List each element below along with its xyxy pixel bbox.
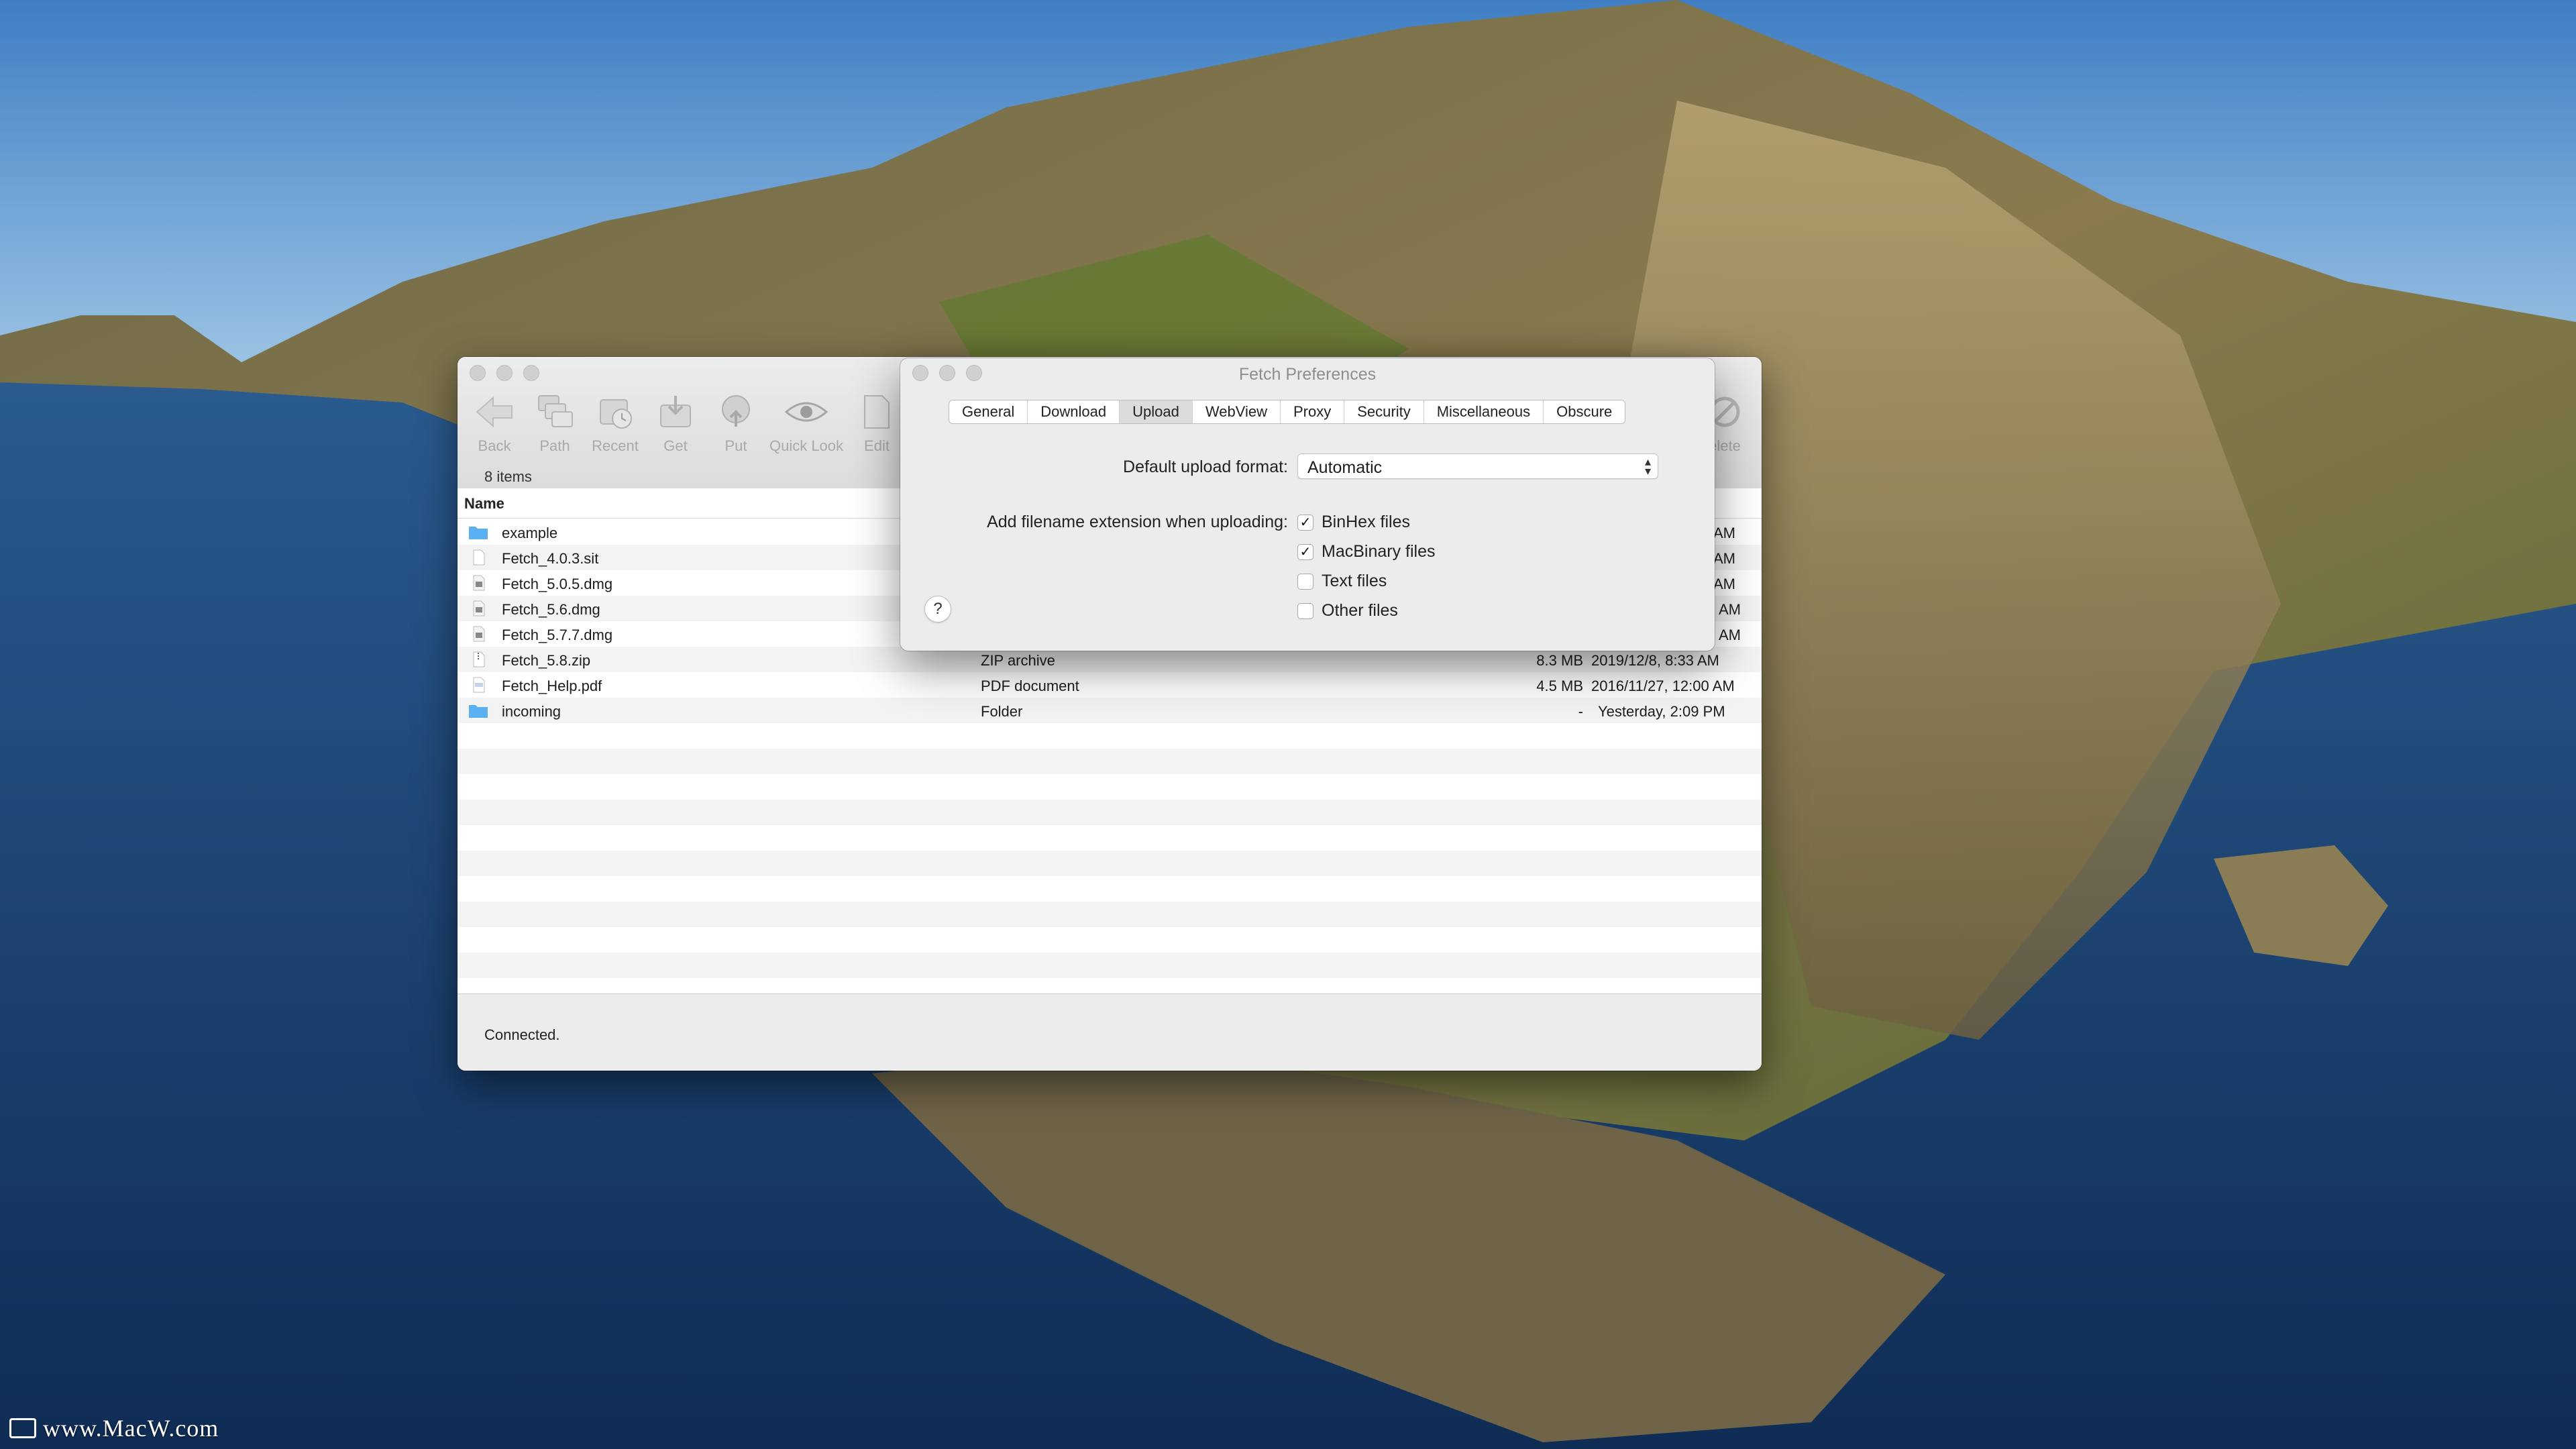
- toolbar-label: Edit: [864, 437, 890, 454]
- toolbar-label: Back: [478, 437, 511, 454]
- monitor-icon: [9, 1418, 36, 1438]
- get-button[interactable]: Get: [645, 390, 706, 455]
- help-button[interactable]: ?: [924, 596, 951, 623]
- edit-document-icon: [855, 390, 898, 433]
- tab-miscellaneous[interactable]: Miscellaneous: [1424, 400, 1544, 423]
- checkbox-label: Text files: [1322, 572, 1387, 590]
- toolbar-label: Quick Look: [769, 437, 844, 454]
- tab-upload[interactable]: Upload: [1120, 400, 1193, 423]
- file-name: Fetch_5.6.dmg: [502, 601, 600, 618]
- get-download-icon: [654, 390, 697, 433]
- window-controls: [470, 365, 539, 381]
- name-column-header[interactable]: Name: [464, 495, 504, 513]
- file-name: Fetch_5.0.5.dmg: [502, 576, 613, 592]
- tab-webview[interactable]: WebView: [1193, 400, 1281, 423]
- document-icon: [473, 549, 485, 566]
- recent-clock-icon: [594, 390, 637, 433]
- disk-image-icon: [473, 575, 485, 591]
- file-kind: PDF document: [981, 678, 1079, 694]
- path-button[interactable]: Path: [525, 390, 585, 455]
- file-name: Fetch_4.0.3.sit: [502, 550, 599, 567]
- file-name: incoming: [502, 703, 561, 720]
- file-date: 2016/11/27, 12:00 AM: [1591, 678, 1735, 694]
- disk-image-icon: [473, 626, 485, 642]
- upload-format-select[interactable]: Automatic ▴ ▾: [1297, 453, 1658, 479]
- tab-security[interactable]: Security: [1344, 400, 1424, 423]
- upload-format-label: Default upload format:: [1123, 458, 1288, 476]
- chevron-updown-icon: ▴ ▾: [1644, 455, 1651, 478]
- file-date: AM: [1719, 601, 1741, 618]
- connection-status: Connected.: [484, 1026, 560, 1043]
- binhex-checkbox-row[interactable]: ✓ BinHex files: [1297, 513, 1410, 532]
- file-date: AM: [1713, 525, 1735, 541]
- checkbox-label: Other files: [1322, 601, 1398, 620]
- eye-icon: [785, 390, 828, 433]
- other-files-checkbox-row[interactable]: Other files: [1297, 601, 1398, 621]
- binhex-checkbox[interactable]: ✓: [1297, 514, 1313, 531]
- minimize-button[interactable]: [496, 365, 513, 381]
- file-kind: ZIP archive: [981, 652, 1055, 669]
- file-size: -: [1578, 703, 1583, 720]
- macbinary-checkbox-row[interactable]: ✓ MacBinary files: [1297, 542, 1436, 561]
- preferences-titlebar: Fetch Preferences: [900, 358, 1715, 388]
- toolbar-label: Get: [663, 437, 688, 454]
- disk-image-icon: [473, 600, 485, 616]
- file-name: Fetch_Help.pdf: [502, 678, 602, 694]
- file-size: 8.3 MB: [1536, 652, 1583, 669]
- close-button[interactable]: [470, 365, 486, 381]
- back-arrow-icon: [473, 390, 516, 433]
- quick-look-button[interactable]: Quick Look: [766, 390, 847, 455]
- file-row[interactable]: incoming Folder - Yesterday, 2:09 PM: [458, 698, 1762, 723]
- file-date: 2019/12/8, 8:33 AM: [1591, 652, 1719, 669]
- pdf-icon: [473, 677, 485, 693]
- file-row[interactable]: Fetch_Help.pdf PDF document 4.5 MB 2016/…: [458, 672, 1762, 698]
- put-upload-icon: [714, 390, 757, 433]
- file-name: Fetch_5.7.7.dmg: [502, 627, 613, 643]
- toolbar-label: Put: [724, 437, 747, 454]
- put-button[interactable]: Put: [706, 390, 766, 455]
- file-name: example: [502, 525, 558, 541]
- select-value: Automatic: [1307, 458, 1383, 477]
- extension-label: Add filename extension when uploading:: [987, 513, 1288, 531]
- back-button[interactable]: Back: [464, 390, 525, 455]
- file-date: AM: [1713, 550, 1735, 567]
- preferences-window: Fetch Preferences General Download Uploa…: [900, 358, 1715, 651]
- file-size: 4.5 MB: [1536, 678, 1583, 694]
- tab-proxy[interactable]: Proxy: [1281, 400, 1345, 423]
- watermark: www.MacW.com: [9, 1414, 219, 1442]
- folder-icon: [469, 527, 488, 539]
- tab-download[interactable]: Download: [1028, 400, 1120, 423]
- tab-general[interactable]: General: [949, 400, 1028, 423]
- zip-icon: [473, 651, 485, 667]
- file-kind: Folder: [981, 703, 1023, 720]
- edit-button[interactable]: Edit: [847, 390, 907, 455]
- text-files-checkbox[interactable]: [1297, 573, 1313, 590]
- folder-icon: [469, 705, 488, 718]
- window-title: Fetch Preferences: [1238, 365, 1377, 384]
- macbinary-checkbox[interactable]: ✓: [1297, 543, 1313, 560]
- empty-list-area[interactable]: [458, 723, 1762, 991]
- checkbox-label: MacBinary files: [1322, 542, 1436, 561]
- toolbar-label: Path: [539, 437, 570, 454]
- path-folders-icon: [533, 390, 576, 433]
- recent-button[interactable]: Recent: [585, 390, 645, 455]
- item-count: 8 items: [484, 468, 532, 485]
- watermark-text: www.MacW.com: [43, 1415, 219, 1442]
- zoom-button[interactable]: [523, 365, 539, 381]
- toolbar-label: Recent: [592, 437, 639, 454]
- text-files-checkbox-row[interactable]: Text files: [1297, 572, 1387, 591]
- file-date: AM: [1713, 576, 1735, 592]
- toolbar: Back Path Recent Get Put Quick Look Edit: [464, 390, 907, 455]
- preferences-tabs: General Download Upload WebView Proxy Se…: [949, 400, 1626, 424]
- file-name: Fetch_5.8.zip: [502, 652, 591, 669]
- file-date: Yesterday, 2:09 PM: [1598, 703, 1725, 720]
- status-bar: Connected.: [458, 994, 1762, 1071]
- tab-obscure[interactable]: Obscure: [1544, 400, 1625, 423]
- file-date: AM: [1719, 627, 1741, 643]
- other-files-checkbox[interactable]: [1297, 602, 1313, 619]
- checkbox-label: BinHex files: [1322, 513, 1410, 531]
